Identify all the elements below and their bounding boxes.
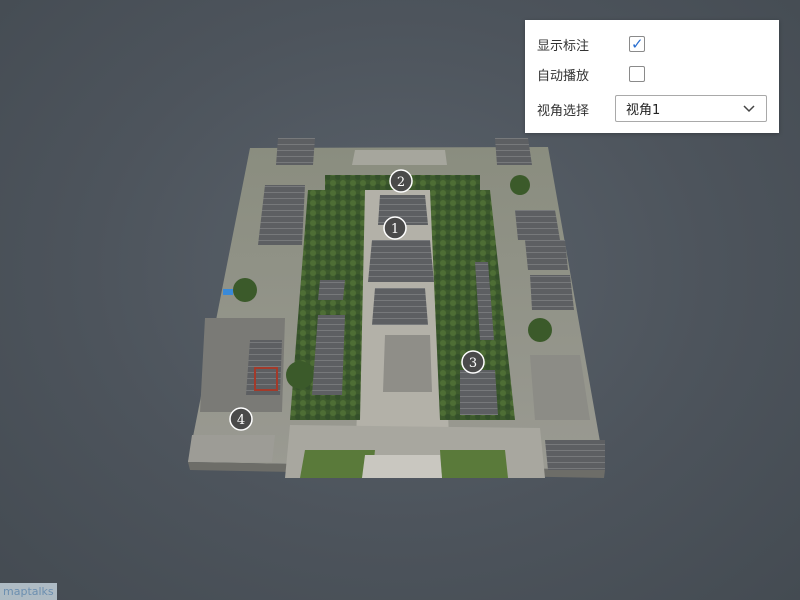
courtyard-center bbox=[383, 335, 432, 392]
building-southwest bbox=[188, 435, 275, 462]
marker-1[interactable]: 1 bbox=[383, 216, 407, 240]
building-east-row-3 bbox=[530, 275, 574, 310]
building-east-south bbox=[530, 355, 590, 420]
marker-3-label: 3 bbox=[469, 356, 477, 371]
marker-2-label: 2 bbox=[397, 175, 405, 190]
checkmark-icon: ✓ bbox=[631, 35, 644, 53]
building-southeast bbox=[545, 440, 605, 470]
building-northwest-corner bbox=[276, 138, 315, 165]
building-northeast-corner bbox=[495, 138, 532, 165]
autoplay-row: 自动播放 bbox=[537, 62, 645, 86]
building-west-yard bbox=[318, 280, 345, 300]
hall-main bbox=[368, 240, 434, 282]
marker-4[interactable]: 4 bbox=[229, 407, 253, 431]
maptalks-logo[interactable]: maptalks bbox=[0, 583, 57, 600]
autoplay-label: 自动播放 bbox=[537, 68, 590, 84]
building-north-wall bbox=[352, 150, 447, 165]
marker-4-label: 4 bbox=[237, 413, 245, 428]
view-select-row: 视角选择 bbox=[537, 97, 617, 121]
hall-middle bbox=[372, 288, 428, 325]
view-select-label: 视角选择 bbox=[537, 103, 590, 119]
autoplay-checkbox[interactable] bbox=[629, 66, 645, 82]
gate-south bbox=[362, 455, 442, 478]
blue-marker bbox=[223, 289, 233, 295]
building-east-courtyard bbox=[460, 370, 498, 415]
marker-3[interactable]: 3 bbox=[461, 350, 485, 374]
tree-cluster bbox=[233, 278, 257, 302]
chevron-down-icon bbox=[743, 105, 755, 113]
marker-1-label: 1 bbox=[391, 222, 399, 237]
marker-2[interactable]: 2 bbox=[389, 169, 413, 193]
lawn-southeast bbox=[440, 450, 508, 478]
building-east-row-2 bbox=[525, 240, 568, 270]
view-select-value: 视角1 bbox=[626, 103, 661, 118]
show-labels-checkbox[interactable]: ✓ bbox=[629, 35, 645, 53]
control-panel: 显示标注 ✓ 自动播放 视角选择 视角1 bbox=[525, 20, 779, 133]
tree-cluster bbox=[510, 175, 530, 195]
show-labels-row: 显示标注 ✓ bbox=[537, 32, 645, 56]
show-labels-label: 显示标注 bbox=[537, 38, 590, 54]
tree-cluster bbox=[286, 361, 314, 389]
view-select-dropdown[interactable]: 视角1 bbox=[615, 95, 767, 122]
building-northwest bbox=[258, 185, 305, 245]
tree-cluster bbox=[528, 318, 552, 342]
building-east-row-1 bbox=[515, 210, 560, 240]
